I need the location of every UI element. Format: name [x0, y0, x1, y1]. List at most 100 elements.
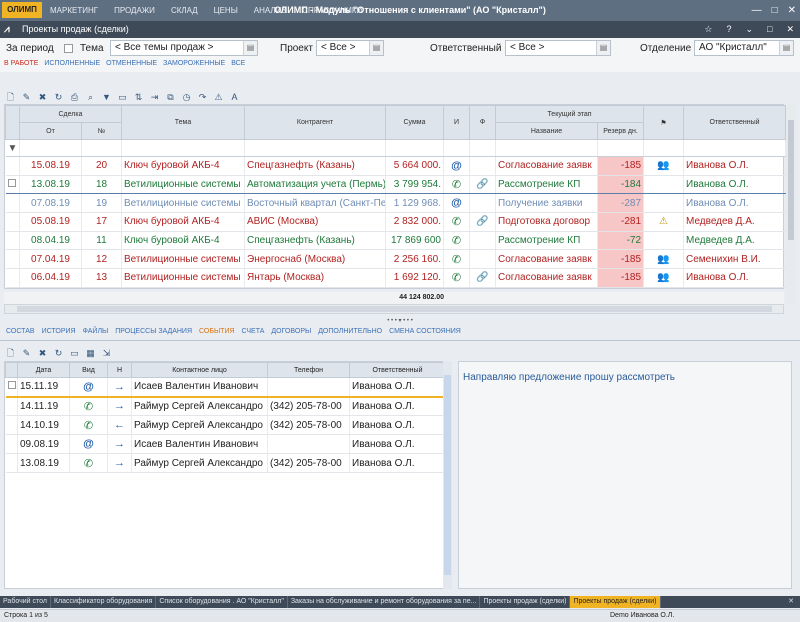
restore-icon[interactable]: □ [767, 21, 772, 38]
responsible-select[interactable]: < Все > ▤ [505, 40, 611, 56]
filter-cell[interactable] [469, 139, 496, 157]
filter-cell[interactable] [643, 139, 685, 157]
table-row[interactable]: 13.08.19 18 Ветилиционные системы Автома… [5, 174, 787, 195]
table-row[interactable]: 06.04.19 13 Ветилиционные системы Янтарь… [5, 268, 787, 288]
tab-files[interactable]: ФАЙЛЫ [83, 328, 109, 335]
refresh-icon[interactable]: ↻ [53, 92, 64, 103]
search-icon[interactable]: ⌕ [85, 92, 96, 103]
topic-select[interactable]: < Все темы продаж > ▤ [110, 40, 258, 56]
direction-column-header[interactable]: Н [107, 362, 132, 378]
tab-cancelled[interactable]: ОТМЕНЕННЫЕ [106, 60, 157, 67]
deals-vertical-scrollbar[interactable] [786, 104, 796, 304]
table-row[interactable]: 08.04.19 11 Ключ буровой АКБ-4 Спецгазне… [5, 231, 787, 251]
view-icon[interactable]: ▦ [85, 348, 96, 359]
events-vertical-scrollbar[interactable] [443, 361, 452, 589]
phone-column-header[interactable]: Телефон [267, 362, 350, 378]
table-row[interactable]: 14.10.19 ✆ ← Раймур Сергей Александро (3… [5, 415, 446, 435]
tab-contracts[interactable]: ДОГОВОРЫ [271, 328, 311, 335]
delete-icon[interactable]: ✖ [37, 348, 48, 359]
task-equipment-classifier[interactable]: Классификатор оборудования [51, 596, 157, 608]
filter-cell[interactable] [495, 139, 598, 157]
table-row[interactable]: 15.08.19 20 Ключ буровой АКБ-4 Спецгазне… [5, 156, 787, 176]
menu-item-marketing[interactable]: МАРКЕТИНГ [50, 6, 98, 15]
responsible-column-header[interactable]: Ответственный [349, 362, 446, 378]
panel-splitter[interactable]: • • • ▾ • • • [0, 318, 800, 324]
delete-icon[interactable]: ✖ [37, 92, 48, 103]
app-logo-button[interactable]: ОЛИМП [2, 2, 42, 18]
attachment-icon[interactable]: 🔗 [469, 174, 496, 195]
dropdown-icon[interactable]: ▤ [243, 41, 257, 55]
folder-icon[interactable]: ▭ [117, 92, 128, 103]
tab-processes[interactable]: ПРОЦЕССЫ ЗАДАНИЯ [115, 328, 192, 335]
filter-cell[interactable] [597, 139, 645, 157]
tab-completed[interactable]: ИСПОЛНЕННЫЕ [44, 60, 100, 67]
minimize-button[interactable]: — [752, 5, 762, 16]
table-row[interactable]: 15.11.19 @ → Исаев Валентин Иванович Ива… [5, 377, 446, 398]
tab-in-work[interactable]: В РАБОТЕ [4, 60, 38, 67]
tab-additional[interactable]: ДОПОЛНИТЕЛЬНО [318, 328, 382, 335]
scroll-thumb[interactable] [17, 306, 772, 312]
responsible-column-header[interactable]: Ответственный [683, 105, 787, 140]
help-icon[interactable]: ? [726, 21, 731, 38]
reserve-column-header[interactable]: Резерв дн. [596, 122, 645, 140]
department-select[interactable]: АО "Кристалл" ▤ [694, 40, 794, 56]
clock-icon[interactable]: ◷ [181, 92, 192, 103]
project-select[interactable]: < Все > ▤ [316, 40, 384, 56]
favorite-icon[interactable]: ☆ [704, 21, 712, 38]
new-document-icon[interactable]: 🗋 [5, 92, 16, 103]
text-format-icon[interactable]: A [229, 92, 240, 103]
close-icon[interactable]: ✕ [788, 596, 794, 608]
flag-column-header[interactable]: ⚑ [643, 105, 685, 140]
task-equipment-list[interactable]: Список оборудования . АО "Кристалл" [156, 596, 288, 608]
filter-icon[interactable]: ▼ [101, 92, 112, 103]
filter-cell[interactable] [19, 139, 82, 157]
close-document-icon[interactable]: ✕ [786, 21, 794, 38]
menu-item-sales[interactable]: ПРОДАЖИ [114, 6, 155, 15]
sum-column-header[interactable]: Сумма [385, 105, 444, 140]
contact-column-header[interactable]: Контактное лицо [131, 362, 268, 378]
collapse-icon[interactable]: ⌄ [745, 21, 753, 38]
date-column-header[interactable]: От [19, 122, 82, 140]
f-column-header[interactable]: Ф [469, 105, 496, 140]
scroll-thumb[interactable] [444, 375, 451, 575]
row-checkbox[interactable] [5, 174, 20, 195]
task-sales-projects[interactable]: Проекты продаж (сделки) [480, 596, 571, 608]
menu-item-prices[interactable]: ЦЕНЫ [214, 6, 238, 15]
number-column-header[interactable]: № [81, 122, 122, 140]
table-row[interactable]: 05.08.19 17 Ключ буровой АКБ-4 АВИС (Мос… [5, 212, 787, 232]
attachment-icon[interactable]: 🔗 [469, 268, 496, 288]
redo-icon[interactable]: ↷ [197, 92, 208, 103]
scroll-thumb[interactable] [788, 120, 794, 240]
task-sales-projects-active[interactable]: Проекты продаж (сделки) [570, 596, 661, 608]
copy-icon[interactable]: ⧉ [165, 92, 176, 103]
stage-name-column-header[interactable]: Название [495, 122, 598, 140]
filter-cell[interactable] [385, 139, 444, 157]
deals-horizontal-scrollbar[interactable] [4, 304, 784, 314]
folder-icon[interactable]: ▭ [69, 348, 80, 359]
sort-icon[interactable]: ⇅ [133, 92, 144, 103]
edit-icon[interactable]: ✎ [21, 348, 32, 359]
attachment-icon[interactable]: 🔗 [469, 212, 496, 232]
task-desktop[interactable]: Рабочий стол [0, 596, 51, 608]
print-icon[interactable]: ⎙ [69, 92, 80, 103]
filter-cell[interactable] [683, 139, 787, 157]
new-document-icon[interactable]: 🗋 [5, 348, 16, 359]
dropdown-icon[interactable]: ▤ [369, 41, 383, 55]
counterparty-column-header[interactable]: Контрагент [244, 105, 386, 140]
tab-composition[interactable]: СОСТАВ [6, 328, 35, 335]
menu-item-warehouse[interactable]: СКЛАД [171, 6, 198, 15]
table-row[interactable]: 09.08.19 @ → Исаев Валентин Иванович Ива… [5, 434, 446, 454]
task-service-orders[interactable]: Заказы на обслуживание и ремонт оборудов… [288, 596, 481, 608]
row-checkbox[interactable] [5, 377, 18, 398]
table-row[interactable]: 13.08.19 ✆ → Раймур Сергей Александро (3… [5, 453, 446, 473]
topic-column-header[interactable]: Тема [121, 105, 245, 140]
filter-cell[interactable] [244, 139, 386, 157]
topic-checkbox[interactable] [64, 44, 73, 53]
table-row[interactable]: 07.08.19 19 Ветилиционные системы Восточ… [5, 193, 787, 214]
tab-invoices[interactable]: СЧЕТА [242, 328, 265, 335]
filter-icon[interactable]: ▼ [5, 139, 20, 157]
dropdown-icon[interactable]: ▤ [596, 41, 610, 55]
filter-cell[interactable] [81, 139, 122, 157]
dropdown-icon[interactable]: ▤ [779, 41, 793, 55]
table-row[interactable]: 07.04.19 12 Ветилиционные системы Энерго… [5, 249, 787, 270]
